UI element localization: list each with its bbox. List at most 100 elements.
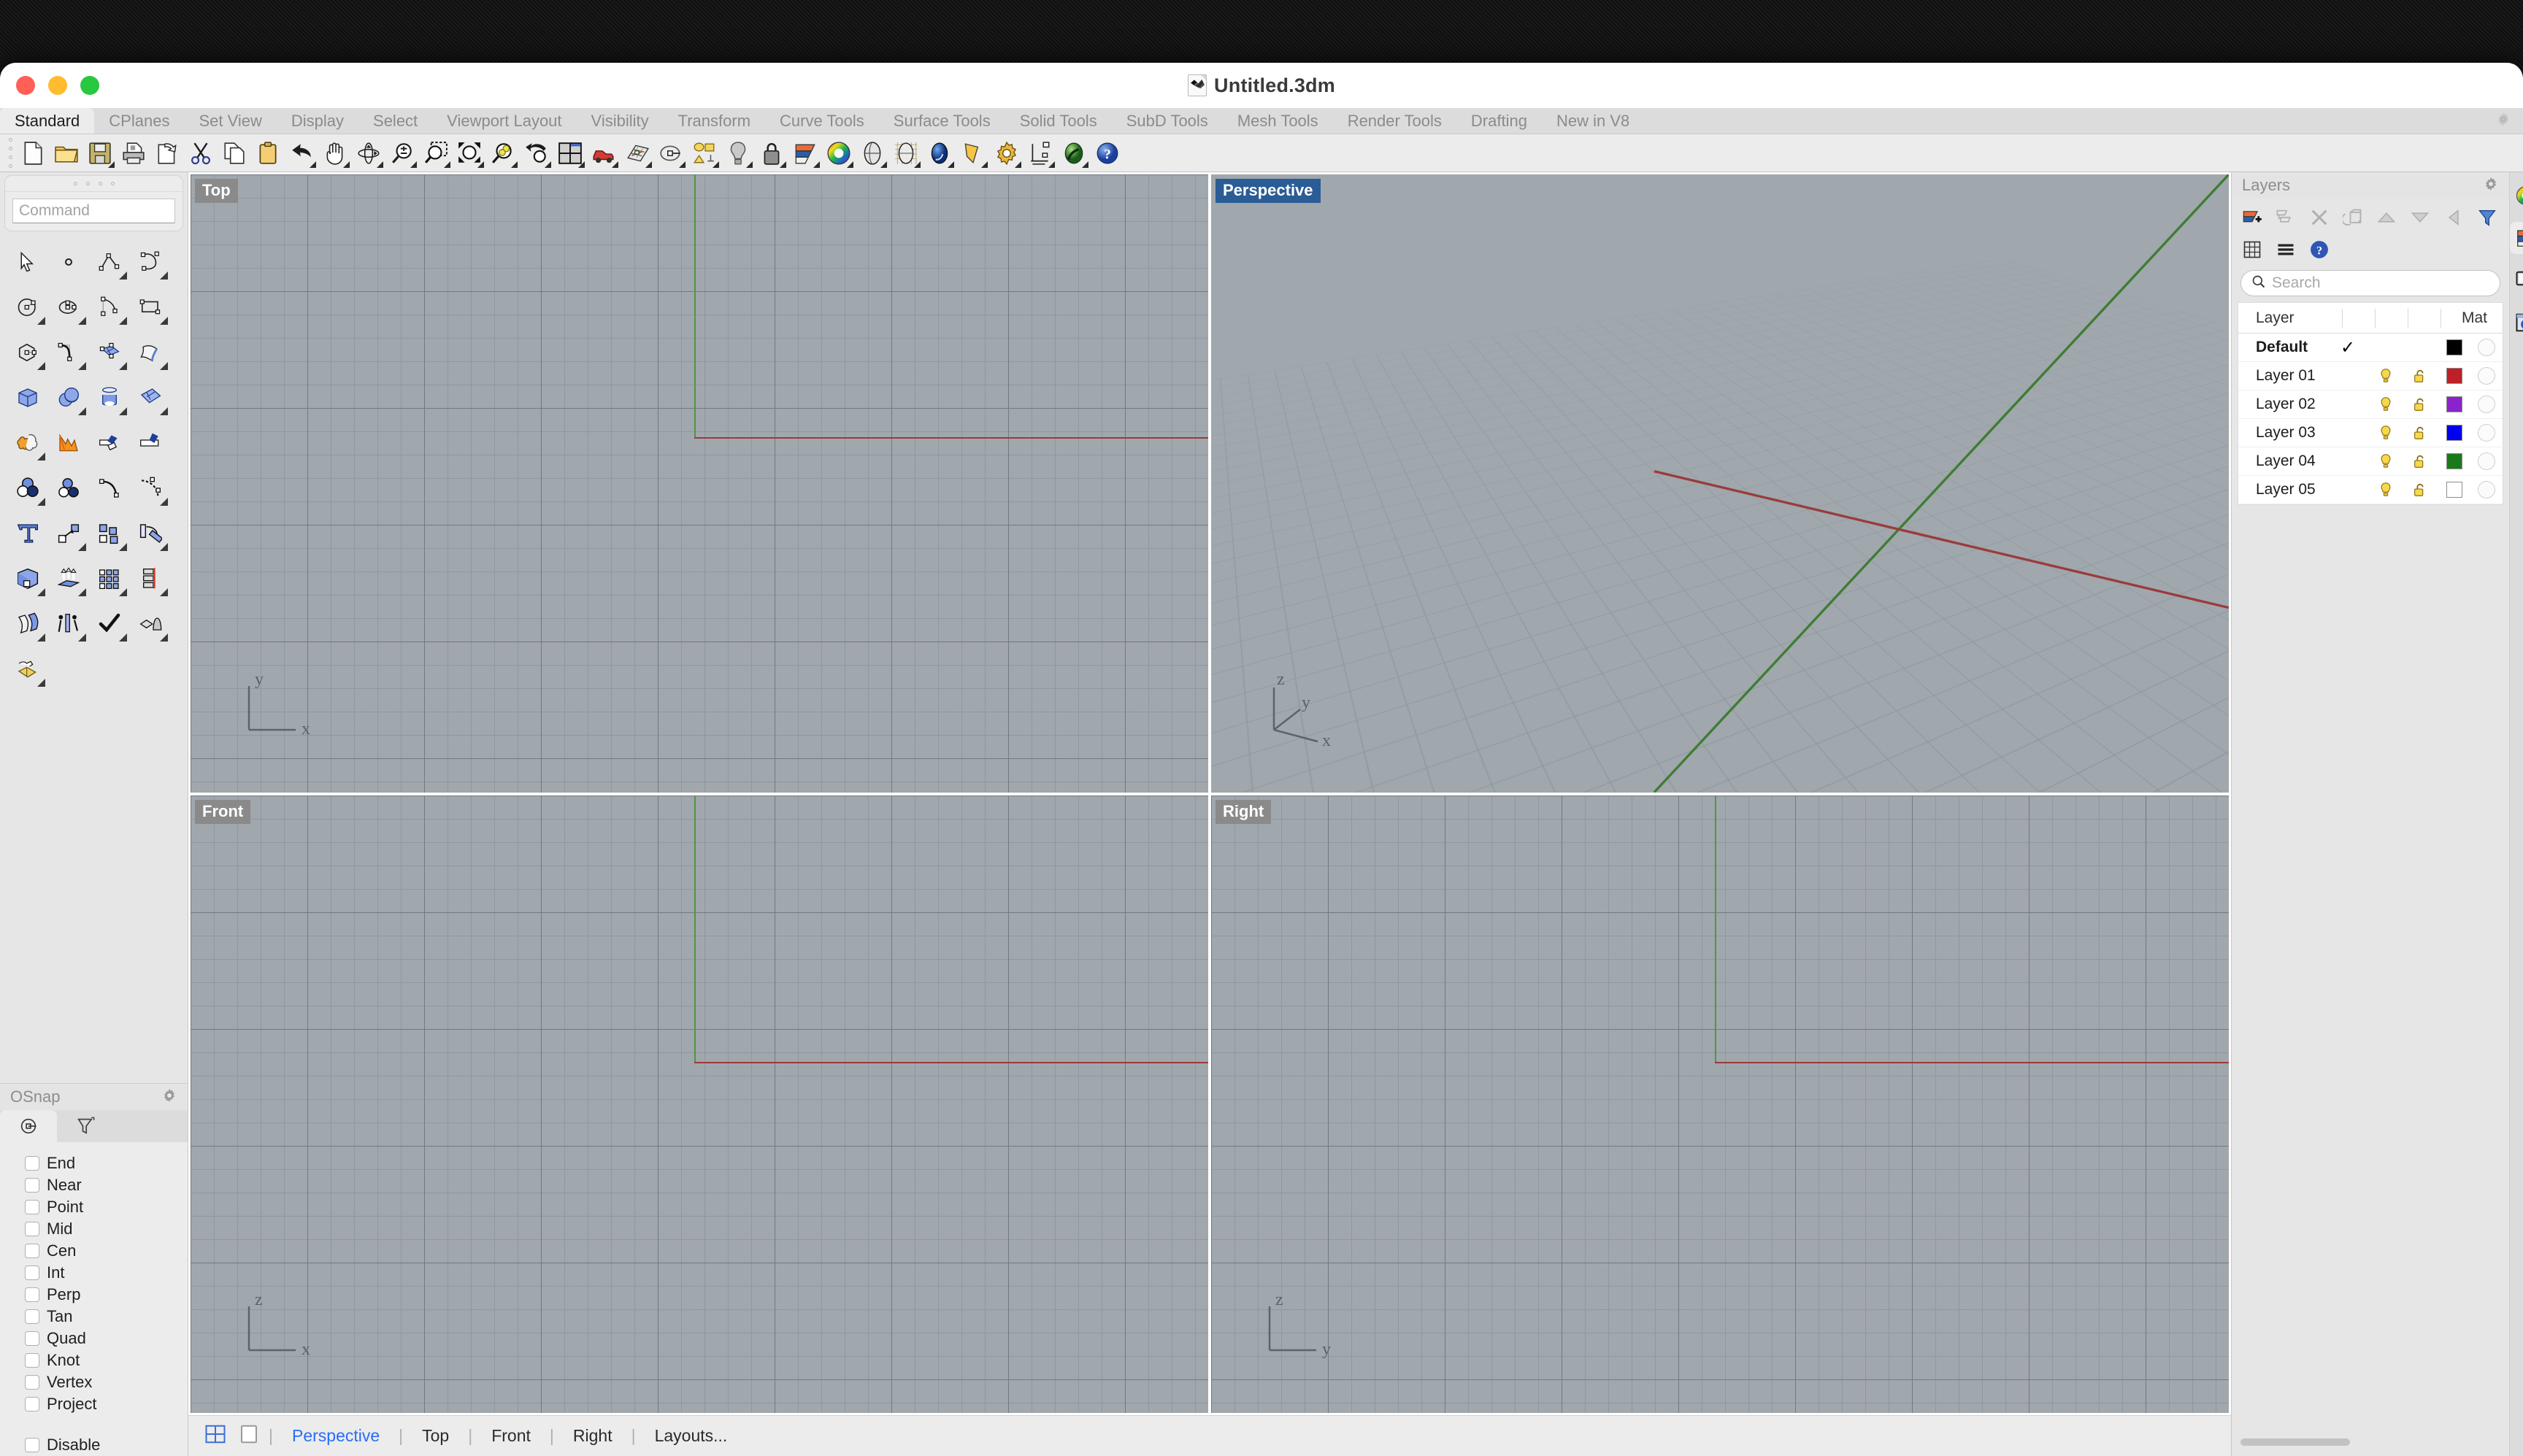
checkbox[interactable] [25,1353,39,1368]
sphere-icon[interactable] [48,377,89,418]
lock-object-icon[interactable] [755,136,788,170]
osnap-tab-row[interactable] [0,1110,188,1142]
render-preview-icon[interactable] [1057,136,1091,170]
zoom-extents-icon[interactable] [453,136,486,170]
layer-name[interactable]: Layer 03 [2238,424,2326,442]
tab-viewport-layout[interactable]: Viewport Layout [432,108,576,134]
layer-color-swatch[interactable] [2438,368,2470,384]
layer-color-swatch[interactable] [2438,453,2470,469]
rectangle-icon[interactable] [130,287,171,328]
light-bulb-icon[interactable] [721,136,755,170]
layer-material-swatch[interactable] [2470,339,2503,356]
move-left-icon[interactable] [2439,203,2468,232]
display-rail-icon[interactable] [2510,264,2523,296]
layers-icon[interactable] [788,136,822,170]
tab-drafting[interactable]: Drafting [1456,108,1542,134]
osnap-option-project[interactable]: Project [25,1393,188,1415]
surface-from-curves-icon[interactable] [130,377,171,418]
viewport-tab-right[interactable]: Right [554,1426,631,1446]
checkbox[interactable] [25,1200,39,1214]
checkbox[interactable] [25,1222,39,1236]
table-row[interactable]: Layer 01 [2238,362,2503,390]
tab-surface-tools[interactable]: Surface Tools [879,108,1005,134]
checkbox[interactable] [25,1375,39,1390]
print-icon[interactable] [117,136,150,170]
layer-material-swatch[interactable] [2470,367,2503,385]
main-toolbar[interactable]: ? [0,134,2523,172]
layers-horizontal-scrollbar[interactable] [2240,1438,2500,1447]
osnap-option-point[interactable]: Point [25,1196,188,1218]
point-icon[interactable] [48,242,89,282]
check-objects-icon[interactable] [89,604,130,644]
layer-name[interactable]: Layer 02 [2238,396,2326,413]
tab-transform[interactable]: Transform [664,108,765,134]
shaded-sphere-icon[interactable] [856,136,889,170]
trim-icon[interactable] [89,423,130,463]
osnap-option-disable[interactable]: Disable [25,1434,188,1456]
viewport-tab-perspective[interactable]: Perspective [273,1426,399,1446]
layer-visibility-bulb[interactable] [2370,396,2402,412]
viewport-label-right[interactable]: Right [1216,799,1272,824]
single-view-layout-icon[interactable] [239,1423,258,1449]
layer-search-input[interactable]: Search [2240,270,2500,296]
layer-lock-toggle[interactable] [2402,425,2438,441]
move-down-icon[interactable] [2405,203,2435,232]
osnap-option-cen[interactable]: Cen [25,1240,188,1262]
table-row[interactable]: Default ✓ [2238,334,2503,362]
cut-scissors-icon[interactable] [184,136,218,170]
fillet-curve-icon[interactable] [48,332,89,373]
ghosted-sphere-icon[interactable] [889,136,923,170]
zoom-in-out-icon[interactable] [385,136,419,170]
variable-fillet-icon[interactable] [130,468,171,509]
filter-funnel-icon[interactable] [2473,203,2502,232]
layer-name[interactable]: Layer 05 [2238,481,2326,498]
list-view-icon[interactable] [2271,235,2300,264]
viewport-layout-icon[interactable] [553,136,587,170]
ellipse-icon[interactable] [48,287,89,328]
viewport-tab-front[interactable]: Front [472,1426,550,1446]
help-icon[interactable]: ? [2305,235,2334,264]
layers-rail-icon[interactable] [2510,222,2523,254]
viewport-label-perspective[interactable]: Perspective [1216,179,1321,203]
toolbar-drag-grip[interactable] [4,137,16,169]
viewport-right[interactable]: Right z y [1210,794,2230,1414]
layer-lock-toggle[interactable] [2402,482,2438,498]
viewport-tab-layouts[interactable]: Layouts... [636,1426,747,1446]
layers-table[interactable]: Layer Mat Default ✓ Layer 01 Layer 02 La… [2238,302,2503,505]
delete-layer-icon[interactable] [2305,203,2334,232]
checkbox[interactable] [25,1156,39,1171]
options-gear-icon[interactable] [990,136,1024,170]
rendered-sphere-icon[interactable] [923,136,956,170]
checkbox[interactable] [25,1438,39,1452]
layer-material-swatch[interactable] [2470,481,2503,498]
layer-name[interactable]: Layer 04 [2238,452,2326,470]
box-edit-icon[interactable] [7,558,48,599]
layers-toolbar[interactable]: ? [2232,199,2509,266]
solid-union-icon[interactable] [7,468,48,509]
move-icon[interactable] [48,513,89,554]
osnap-option-tan[interactable]: Tan [25,1306,188,1328]
zoom-previous-icon[interactable] [520,136,553,170]
layer-lock-toggle[interactable] [2402,396,2438,412]
osnap-option-near[interactable]: Near [25,1174,188,1196]
help-icon[interactable]: ? [1091,136,1124,170]
layer-name[interactable]: Default [2238,339,2326,356]
color-wheel-icon[interactable] [822,136,856,170]
import-export-icon[interactable] [150,136,184,170]
new-sublayer-icon[interactable] [2271,203,2300,232]
checkbox[interactable] [25,1309,39,1324]
osnap-tab-icon[interactable] [0,1110,57,1142]
tab-render-tools[interactable]: Render Tools [1333,108,1456,134]
command-panel-grip[interactable] [5,176,183,192]
toolbar-tab-strip[interactable]: Standard CPlanes Set View Display Select… [0,108,2523,134]
curve-icon[interactable] [130,242,171,282]
layer-name[interactable]: Layer 01 [2238,367,2326,385]
osnap-option-end[interactable]: End [25,1152,188,1174]
offset-icon[interactable] [7,604,48,644]
pan-hand-icon[interactable] [318,136,352,170]
tab-standard[interactable]: Standard [0,108,95,134]
command-input[interactable]: Command [12,199,175,223]
osnap-option-perp[interactable]: Perp [25,1284,188,1306]
boolean-union-icon[interactable] [7,423,48,463]
tab-mesh-tools[interactable]: Mesh Tools [1223,108,1333,134]
